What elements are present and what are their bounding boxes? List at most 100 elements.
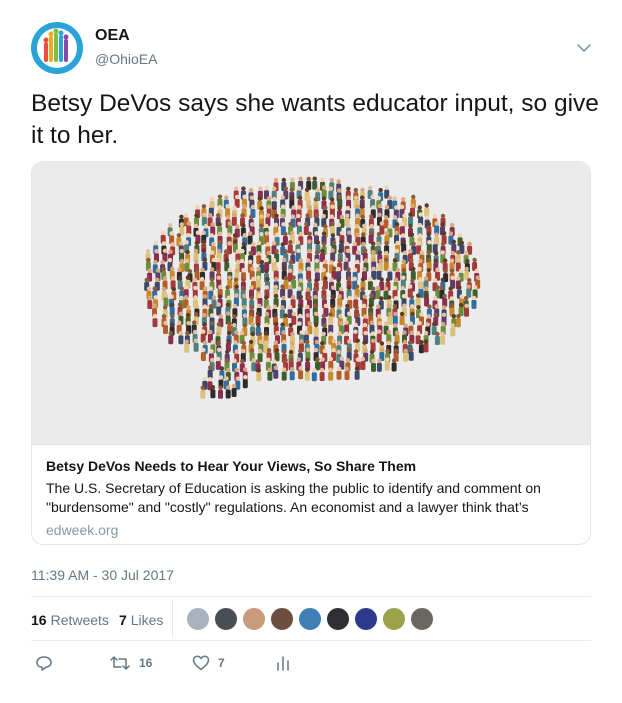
crowd-person-head xyxy=(307,248,312,254)
crowd-person-head xyxy=(368,303,373,308)
card-image[interactable] xyxy=(32,162,590,444)
crowd-person-head xyxy=(425,322,430,327)
crowd-person-head xyxy=(410,304,415,309)
crowd-person-head xyxy=(207,377,213,382)
crowd-person-head xyxy=(210,385,216,390)
crowd-person-head xyxy=(385,277,391,283)
crowd-person-head xyxy=(242,233,247,238)
crowd-person-head xyxy=(199,276,205,282)
crowd-person-head xyxy=(296,205,302,210)
crowd-person-head xyxy=(203,340,208,345)
crowd-person-head xyxy=(250,266,255,271)
crowd-person-head xyxy=(337,206,342,211)
crowd-person-head xyxy=(360,287,365,292)
engager-avatar[interactable] xyxy=(298,607,322,631)
crowd-person-head xyxy=(346,195,351,200)
crowd-person-head xyxy=(319,367,325,373)
crowd-person-head xyxy=(194,304,200,309)
crowd-person-head xyxy=(367,185,373,191)
crowd-person-head xyxy=(475,275,480,280)
likes-label: Likes xyxy=(130,612,164,628)
author-handle[interactable]: @OhioEA xyxy=(95,51,157,67)
crowd-person-head xyxy=(344,320,349,325)
retweet-button[interactable]: 16 xyxy=(109,654,152,672)
engager-avatar[interactable] xyxy=(214,607,238,631)
engager-avatar[interactable] xyxy=(382,607,406,631)
retweets-stat[interactable]: 16 Retweets xyxy=(31,612,109,628)
crowd-person-head xyxy=(402,213,407,218)
engager-avatar[interactable] xyxy=(410,607,434,631)
crowd-person-head xyxy=(392,258,398,263)
crowd-person-head xyxy=(328,367,333,372)
author-avatar[interactable] xyxy=(31,22,83,74)
crowd-person-head xyxy=(426,268,431,273)
like-count: 7 xyxy=(218,656,225,670)
crowd-person-head xyxy=(305,258,311,263)
crowd-person-head xyxy=(249,348,255,353)
reply-icon xyxy=(36,656,52,671)
crowd-person-head xyxy=(360,195,365,200)
crowd-person-head xyxy=(281,222,286,227)
card-body[interactable]: Betsy DeVos Needs to Hear Your Views, So… xyxy=(32,444,590,544)
crowd-person-head xyxy=(330,233,336,238)
chevron-down-icon[interactable] xyxy=(574,38,594,58)
crowd-person-head xyxy=(233,239,238,244)
crowd-person-head xyxy=(241,277,246,282)
crowd-person-head xyxy=(392,196,397,201)
crowd-person-head xyxy=(208,286,213,291)
crowd-person-head xyxy=(432,214,438,219)
crowd-person-head xyxy=(207,213,213,218)
crowd-person-head xyxy=(265,213,271,218)
crowd-person-head xyxy=(321,285,327,291)
crowd-person-head xyxy=(305,357,310,362)
crowd-person-head xyxy=(400,221,405,227)
crowd-person xyxy=(163,325,168,334)
crowd-person-head xyxy=(320,341,325,346)
engager-avatar[interactable] xyxy=(354,607,378,631)
crowd-person-head xyxy=(456,314,461,319)
crowd-person-head xyxy=(194,259,199,264)
crowd-person-head xyxy=(353,322,358,328)
crowd-person-head xyxy=(201,347,206,353)
crowd-person-head xyxy=(185,275,191,280)
crowd-person-head xyxy=(187,269,193,274)
crowd-person-head xyxy=(168,331,173,336)
crowd-person-head xyxy=(193,248,199,254)
engager-avatar[interactable] xyxy=(270,607,294,631)
reply-button[interactable] xyxy=(35,654,53,672)
tweet-timestamp[interactable]: 11:39 AM - 30 Jul 2017 xyxy=(31,567,174,583)
crowd-person-head xyxy=(274,249,279,254)
crowd-person xyxy=(418,344,424,354)
crowd-person-head xyxy=(329,178,334,183)
crowd-person-head xyxy=(336,366,342,371)
crowd-person-head xyxy=(383,286,389,291)
crowd-person-head xyxy=(330,197,335,202)
crowd-person-head xyxy=(345,213,350,218)
analytics-button[interactable] xyxy=(275,654,291,672)
author-name[interactable]: OEA xyxy=(95,27,130,45)
crowd-person-head xyxy=(419,340,424,345)
crowd-person-head xyxy=(409,232,415,237)
crowd-person-head xyxy=(217,294,223,299)
likes-stat[interactable]: 7 Likes xyxy=(119,612,163,628)
link-card[interactable]: Betsy DeVos Needs to Hear Your Views, So… xyxy=(31,161,591,545)
crowd-person-head xyxy=(255,311,261,316)
crowd-person-head xyxy=(250,322,255,327)
engager-avatar[interactable] xyxy=(326,607,350,631)
crowd-person-head xyxy=(427,240,432,245)
crowd-person xyxy=(330,252,336,262)
engager-avatar[interactable] xyxy=(186,607,210,631)
crowd-person-head xyxy=(443,268,448,274)
crowd-person-head xyxy=(320,357,325,362)
crowd-person-head xyxy=(233,277,239,282)
crowd-person-head xyxy=(385,349,390,354)
crowd-person-head xyxy=(274,348,280,353)
crowd-person-head xyxy=(440,222,445,227)
crowd-person-head xyxy=(281,177,286,183)
crowd-person-head xyxy=(392,215,398,220)
engager-avatar[interactable] xyxy=(242,607,266,631)
crowd-person-head xyxy=(211,241,216,247)
crowd-person-head xyxy=(281,339,287,345)
crowd-person-head xyxy=(401,294,407,299)
like-button[interactable]: 7 xyxy=(192,654,225,672)
